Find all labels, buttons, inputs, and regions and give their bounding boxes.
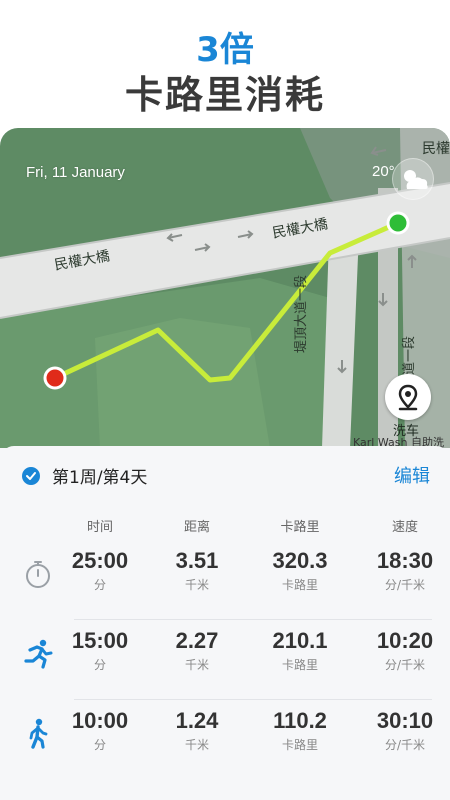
promo-title: 卡路里消耗: [124, 73, 325, 117]
summary-panel: 第1周/第4天 编辑 时间 距离 卡路里 速度 25:00 分 3.51 千米 …: [0, 446, 450, 800]
speed-unit: 分/千米: [384, 578, 426, 592]
stopwatch-icon: [20, 556, 56, 592]
location-button[interactable]: [385, 374, 431, 420]
summary-header: 第1周/第4天 编辑: [0, 446, 450, 502]
calories-value: 110.2: [273, 708, 327, 733]
street-label-1: 堤頂大道一段: [294, 274, 309, 353]
date-label: Fri, 11 January: [26, 164, 125, 181]
map-pin-icon: [398, 384, 418, 411]
promo-header: 3倍 卡路里消耗: [0, 0, 450, 128]
speed-cell: 10:20 分/千米: [360, 628, 450, 673]
table-row[interactable]: 10:00 分 1.24 千米 110.2 卡路里 30:10 分/千米: [0, 698, 450, 778]
time-cell: 10:00 分: [55, 708, 145, 753]
column-header-calories: 卡路里: [280, 520, 320, 535]
speed-value: 10:20: [376, 628, 434, 653]
speed-unit: 分/千米: [384, 738, 426, 752]
edit-button[interactable]: 编辑: [394, 462, 430, 488]
speed-value: 18:30: [376, 548, 434, 573]
walking-icon: [20, 716, 56, 752]
speed-cell: 30:10 分/千米: [360, 708, 450, 753]
end-marker: [43, 366, 67, 390]
start-marker: [386, 211, 410, 235]
week-day-label: 第1周/第4天: [52, 468, 148, 488]
time-value: 10:00: [71, 708, 129, 733]
column-header-speed: 速度: [391, 520, 418, 535]
partly-cloudy-icon: [404, 170, 428, 189]
time-unit: 分: [93, 738, 106, 752]
running-icon: [20, 636, 56, 672]
column-header-distance: 距离: [183, 520, 210, 535]
distance-cell: 2.27 千米: [152, 628, 242, 673]
distance-unit: 千米: [184, 578, 209, 592]
speed-value: 30:10: [376, 708, 434, 733]
distance-unit: 千米: [184, 658, 209, 672]
speed-unit: 分/千米: [384, 658, 426, 672]
calories-unit: 卡路里: [281, 578, 318, 592]
route-map[interactable]: Fri, 11 January 20° 民權大橋 民權大橋 民權 堤頂大道一段 …: [0, 128, 450, 448]
distance-value: 3.51: [175, 548, 219, 573]
time-cell: 25:00 分: [55, 548, 145, 593]
time-unit: 分: [93, 578, 106, 592]
calories-value: 320.3: [272, 548, 328, 573]
calories-unit: 卡路里: [281, 658, 318, 672]
speed-cell: 18:30 分/千米: [360, 548, 450, 593]
activity-card: Fri, 11 January 20° 民權大橋 民權大橋 民權 堤頂大道一段 …: [0, 128, 450, 800]
distance-unit: 千米: [184, 738, 209, 752]
road-label-corner: 民權: [422, 141, 450, 157]
table-row[interactable]: 25:00 分 3.51 千米 320.3 卡路里 18:30 分/千米: [0, 538, 450, 618]
time-value: 15:00: [71, 628, 129, 653]
column-header-time: 时间: [86, 520, 113, 535]
time-value: 25:00: [71, 548, 129, 573]
calories-cell: 110.2 卡路里: [255, 708, 345, 753]
distance-cell: 1.24 千米: [152, 708, 242, 753]
distance-value: 1.24: [175, 708, 219, 733]
calories-cell: 320.3 卡路里: [255, 548, 345, 593]
calories-value: 210.1: [272, 628, 328, 653]
table-row[interactable]: 15:00 分 2.27 千米 210.1 卡路里 10:20 分/千米: [0, 618, 450, 698]
calories-cell: 210.1 卡路里: [255, 628, 345, 673]
check-icon: [22, 467, 40, 485]
calories-unit: 卡路里: [281, 738, 318, 752]
weather-button[interactable]: [392, 158, 434, 200]
time-cell: 15:00 分: [55, 628, 145, 673]
distance-cell: 3.51 千米: [152, 548, 242, 593]
time-unit: 分: [93, 658, 106, 672]
distance-value: 2.27: [175, 628, 219, 653]
